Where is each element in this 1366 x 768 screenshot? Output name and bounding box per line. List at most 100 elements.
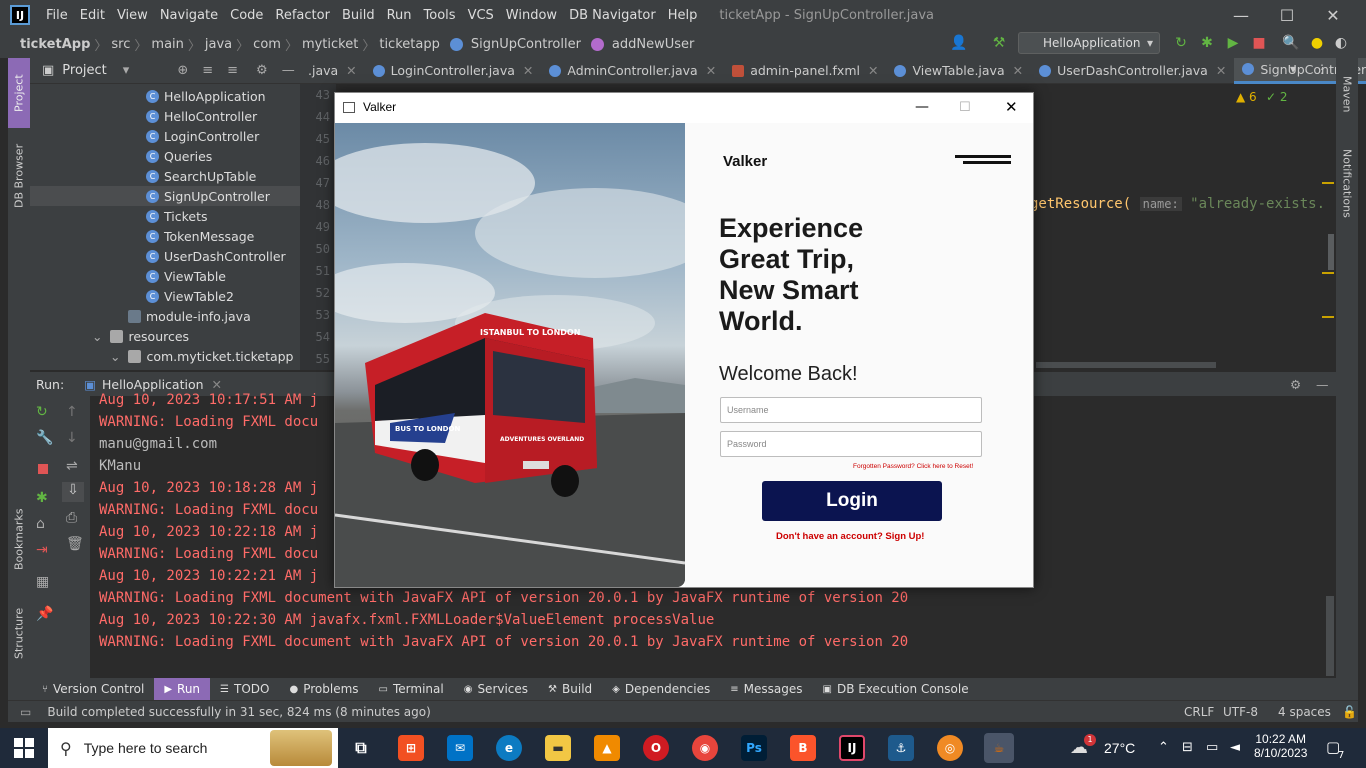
chrome-icon[interactable]: ◉ (692, 735, 718, 761)
store-icon[interactable]: ⊞ (398, 735, 424, 761)
gear-icon[interactable]: ⚙ (256, 63, 268, 78)
tool-tab-terminal[interactable]: ▭ Terminal (369, 678, 454, 700)
arrow-up-icon[interactable]: ↑ (66, 404, 78, 420)
stop-icon[interactable] (38, 464, 48, 474)
user-icon[interactable]: 👤 (950, 34, 968, 52)
network-icon[interactable]: ⊟ (1182, 740, 1193, 755)
menu-edit[interactable]: Edit (74, 8, 111, 23)
maven-tool-tab[interactable]: Maven (1336, 64, 1358, 124)
menu-build[interactable]: Build (336, 8, 381, 23)
breadcrumb-item[interactable]: ticketapp (375, 37, 444, 52)
tool-tab-messages[interactable]: ≡ Messages (720, 678, 812, 700)
tree-item-tickets[interactable]: C Tickets (146, 206, 208, 226)
breadcrumb-item[interactable]: com (249, 37, 285, 52)
search-icon[interactable]: 🔍 (1282, 34, 1300, 52)
debug-icon[interactable]: ✱ (36, 490, 48, 506)
collapse-all-icon[interactable]: ≡ (227, 63, 238, 78)
task-view-icon[interactable]: ⧉ (348, 735, 374, 761)
vlc-icon[interactable]: ▲ (594, 735, 620, 761)
temperature[interactable]: 27°C (1104, 740, 1135, 756)
menu-file[interactable]: File (40, 8, 74, 23)
locate-icon[interactable]: ⊕ (177, 63, 188, 78)
gear-icon[interactable]: ⚙ (1290, 377, 1301, 392)
more-icon[interactable]: ⋮ (1316, 62, 1328, 76)
run-tab-hello-application[interactable]: HelloApplication (102, 377, 204, 392)
exit-icon[interactable]: ⇥ (36, 542, 48, 558)
stop-icon[interactable]: ■ (1250, 34, 1268, 52)
bookmarks-tool-tab[interactable]: Bookmarks (8, 504, 30, 574)
maximize-button[interactable]: ☐ (1264, 0, 1310, 30)
editor-tab[interactable]: .java ✕ (300, 58, 365, 84)
tool-tab-problems[interactable]: ● Problems (279, 678, 368, 700)
tree-item-searchuptable[interactable]: C SearchUpTable (146, 166, 256, 186)
menu-run[interactable]: Run (381, 8, 418, 23)
close-window-button[interactable]: ✕ (1310, 0, 1356, 30)
print-icon[interactable]: ⎙ (66, 510, 77, 526)
chevron-down-icon[interactable]: ⌄ (92, 329, 102, 344)
tool-tab-services[interactable]: ◉ Services (454, 678, 538, 700)
breadcrumb-item[interactable]: SignUpController (467, 37, 585, 52)
menu-help[interactable]: Help (662, 8, 704, 23)
file-encoding[interactable]: UTF-8 (1223, 705, 1258, 719)
scroll-to-end-icon[interactable]: ⇩ (62, 482, 84, 502)
menu-db-navigator[interactable]: DB Navigator (563, 8, 662, 23)
tree-item-logincontroller[interactable]: C LoginController (146, 126, 259, 146)
mysql-workbench-icon[interactable]: ⚓ (888, 735, 914, 761)
project-tool-tab[interactable]: Project (8, 58, 30, 128)
coverage-icon[interactable]: ▶ (1224, 34, 1242, 52)
camera-icon[interactable]: ⌂ (36, 516, 45, 532)
menu-vcs[interactable]: VCS (462, 8, 500, 23)
menu-refactor[interactable]: Refactor (269, 8, 336, 23)
menu-tools[interactable]: Tools (418, 8, 462, 23)
opera-icon[interactable]: O (643, 735, 669, 761)
build-hammer-icon[interactable]: ⚒ (990, 34, 1008, 52)
maximize-button[interactable]: ☐ (959, 100, 971, 115)
breadcrumb-item[interactable]: ticketApp (16, 37, 94, 52)
editor-tab[interactable]: LoginController.java ✕ (365, 58, 542, 84)
chevron-down-icon[interactable]: ▾ (1290, 62, 1296, 76)
ok-count[interactable]: ✓ 2 (1266, 90, 1288, 104)
file-explorer-icon[interactable]: ▬ (545, 735, 571, 761)
breadcrumb-item[interactable]: src (107, 37, 134, 52)
tree-item-userdashcontroller[interactable]: C UserDashController (146, 246, 286, 266)
breadcrumb-item[interactable]: java (201, 37, 236, 52)
update-icon[interactable]: ● (1308, 34, 1326, 52)
structure-tool-tab[interactable]: Structure (8, 598, 30, 668)
close-icon[interactable]: ✕ (868, 63, 878, 78)
close-icon[interactable]: ✕ (1013, 63, 1023, 78)
status-message[interactable]: Build completed successfully in 31 sec, … (47, 705, 430, 719)
java-icon[interactable]: ☕ (984, 733, 1014, 763)
tree-item-module-info-java[interactable]: module-info.java (128, 306, 251, 326)
db-browser-tool-tab[interactable]: DB Browser (8, 136, 30, 216)
signup-link[interactable]: Don't have an account? Sign Up! (776, 531, 924, 542)
hide-icon[interactable]: — (282, 63, 295, 78)
trash-icon[interactable]: 🗑 (66, 536, 84, 552)
menu-icon[interactable] (955, 155, 1011, 158)
tool-tab-version-control[interactable]: ⑂ Version Control (32, 678, 154, 700)
chevron-down-icon[interactable]: ▾ (123, 63, 130, 78)
menu-view[interactable]: View (111, 8, 154, 23)
intellij-icon[interactable]: IJ (839, 735, 865, 761)
menu-code[interactable]: Code (224, 8, 269, 23)
mail-icon[interactable]: ✉ (447, 735, 473, 761)
editor-tab[interactable]: AdminController.java ✕ (541, 58, 724, 84)
edge-icon[interactable]: e (496, 735, 522, 761)
menu-window[interactable]: Window (500, 8, 563, 23)
tool-tab-build[interactable]: ⚒ Build (538, 678, 602, 700)
clock[interactable]: 10:22 AM 8/10/2023 (1254, 732, 1307, 760)
tool-tab-run[interactable]: ▶ Run (154, 678, 211, 700)
toggle-panel-icon[interactable]: ▭ (20, 705, 31, 719)
warning-count[interactable]: ▲ 6 (1236, 90, 1257, 104)
arrow-down-icon[interactable]: ↓ (66, 430, 78, 446)
breadcrumb-item[interactable]: main (147, 37, 187, 52)
close-icon[interactable]: ✕ (212, 377, 222, 392)
close-icon[interactable]: ✕ (523, 63, 533, 78)
pin-icon[interactable]: 📌 (36, 606, 53, 622)
plugin-icon[interactable]: ◐ (1332, 34, 1350, 52)
tree-item-helloapplication[interactable]: C HelloApplication (146, 86, 266, 106)
windows-start-icon[interactable] (14, 738, 34, 758)
console-scrollbar[interactable] (1326, 596, 1334, 676)
tree-item-viewtable[interactable]: C ViewTable (146, 266, 226, 286)
expand-all-icon[interactable]: ≡ (202, 63, 213, 78)
hide-icon[interactable]: — (1316, 377, 1329, 392)
